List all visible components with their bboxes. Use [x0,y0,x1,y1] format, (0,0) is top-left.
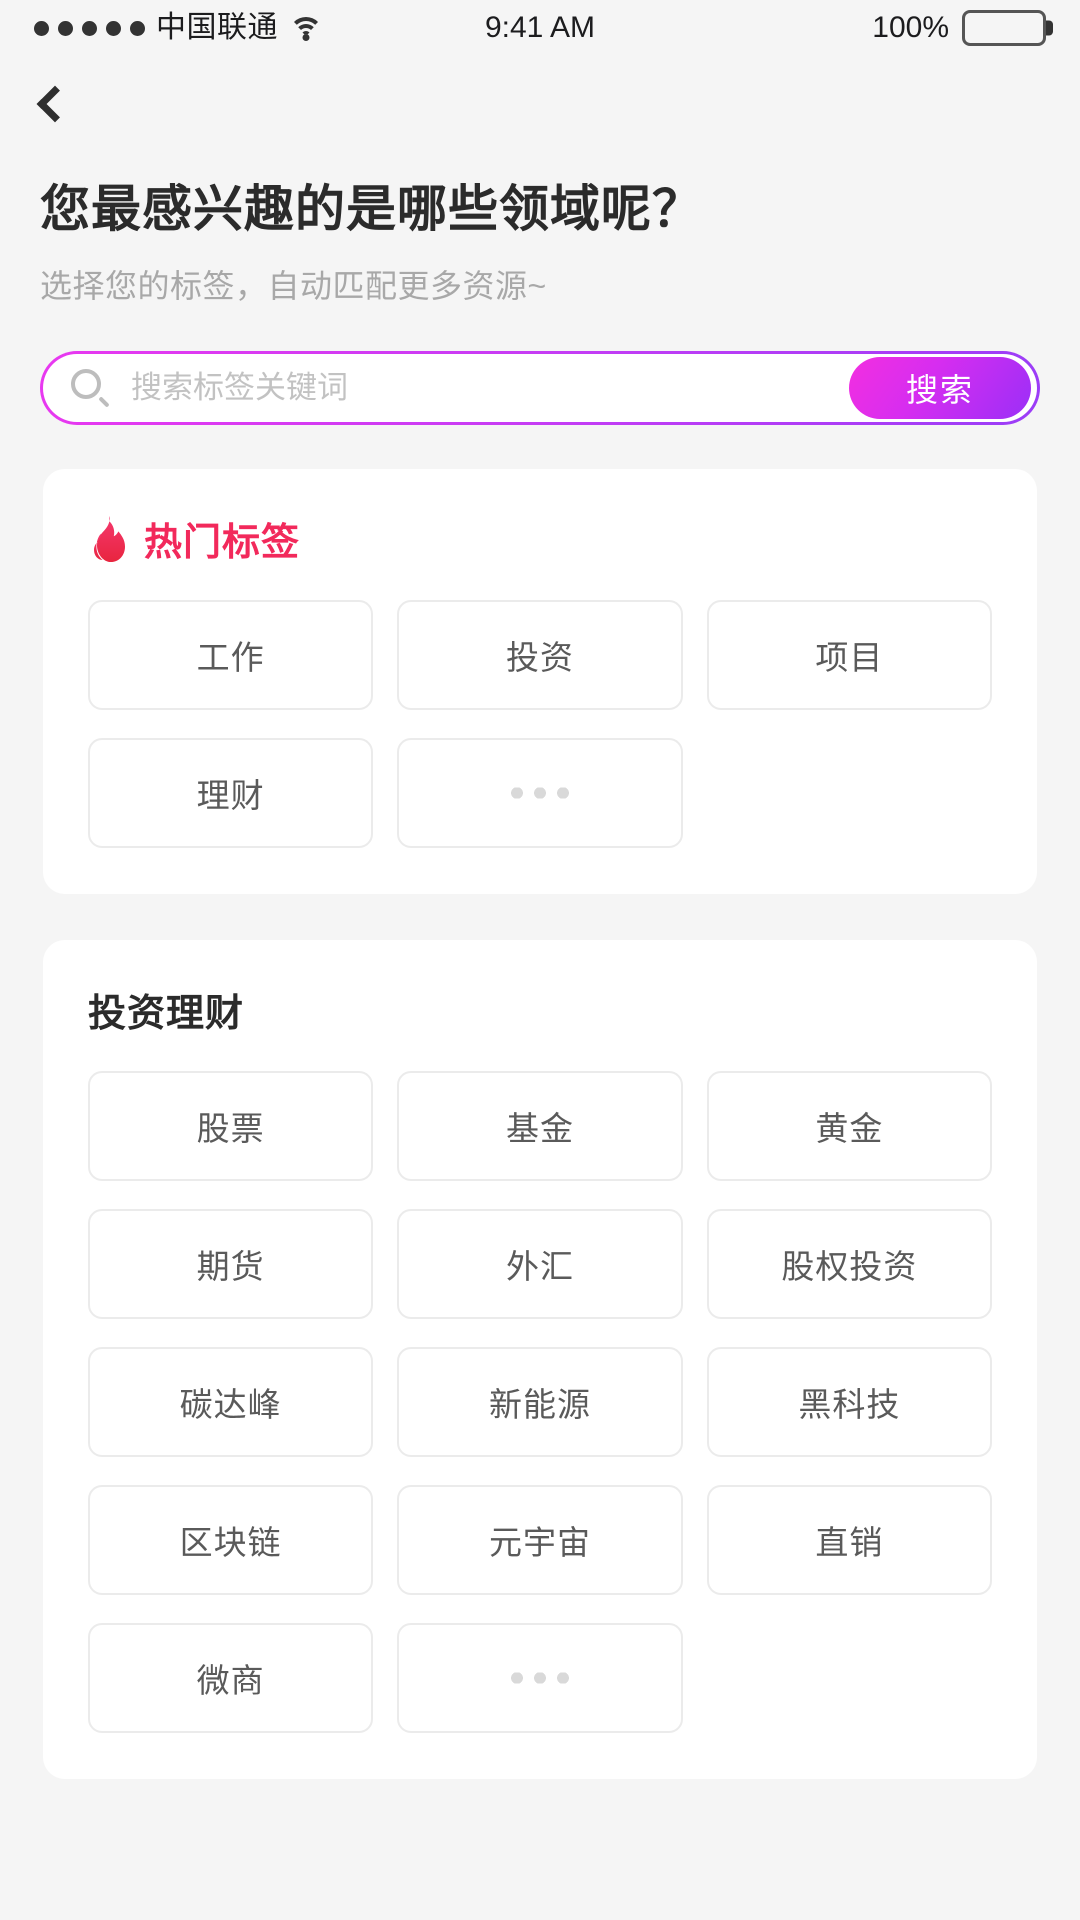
status-bar-left: 中国联通 [34,13,323,43]
status-bar: 中国联通 9:41 AM 100% [0,0,1080,56]
nav-bar [0,56,1080,152]
section-header: 热门标签 [88,511,992,566]
flame-icon [88,515,128,562]
tag-chip[interactable]: 黄金 [706,1071,992,1181]
signal-strength-dots [34,20,145,36]
battery-full-icon [962,10,1046,46]
tag-chip[interactable]: 外汇 [397,1209,683,1319]
tag-grid: 工作投资项目理财••• [88,600,992,848]
heading-block: 您最感兴趣的是哪些领域呢？ 选择您的标签，自动匹配更多资源~ [0,152,1080,307]
tag-chip[interactable]: 碳达峰 [88,1347,374,1457]
carrier-name: 中国联通 [156,11,278,44]
tag-chip-more[interactable]: ••• [397,738,683,848]
section-header: 投资理财 [88,982,992,1037]
tag-chip[interactable]: 工作 [88,600,374,710]
tag-chip[interactable]: 元宇宙 [397,1485,683,1595]
tag-chip[interactable]: 微商 [88,1623,374,1733]
page-subtitle: 选择您的标签，自动匹配更多资源~ [40,268,547,304]
tag-chip[interactable]: 股权投资 [706,1209,992,1319]
tag-chip[interactable]: 直销 [706,1485,992,1595]
tag-chip[interactable]: 项目 [706,600,992,710]
tag-chip[interactable]: 黑科技 [706,1347,992,1457]
tag-chip[interactable]: 投资 [397,600,683,710]
page-title: 您最感兴趣的是哪些领域呢？ [40,181,703,237]
tag-grid: 股票基金黄金期货外汇股权投资碳达峰新能源黑科技区块链元宇宙直销微商••• [88,1071,992,1733]
section-title: 投资理财 [88,993,245,1035]
tag-chip-more[interactable]: ••• [397,1623,683,1733]
tag-chip[interactable]: 区块链 [88,1485,374,1595]
tag-chip[interactable]: 理财 [88,738,374,848]
tag-chip[interactable]: 新能源 [397,1347,683,1457]
sections-container: 热门标签工作投资项目理财•••投资理财股票基金黄金期货外汇股权投资碳达峰新能源黑… [0,469,1080,1779]
section-title: 热门标签 [144,522,301,564]
section-card-hot-tags: 热门标签工作投资项目理财••• [43,469,1037,894]
search-bar: 搜索 [40,351,1040,425]
tag-chip[interactable]: 股票 [88,1071,374,1181]
search-bar-inner: 搜索 [43,354,1037,422]
section-card-investment: 投资理财股票基金黄金期货外汇股权投资碳达峰新能源黑科技区块链元宇宙直销微商••• [43,940,1037,1779]
battery-percent-label: 100% [872,11,949,44]
status-bar-right: 100% [872,10,1046,46]
tag-chip[interactable]: 基金 [397,1071,683,1181]
back-chevron-icon [36,85,74,123]
wifi-icon [289,15,323,41]
app-screen: 中国联通 9:41 AM 100% 您最感兴趣的是哪些领域呢？ 选择您的标签，自… [0,0,1080,1920]
tag-chip[interactable]: 期货 [88,1209,374,1319]
search-input[interactable] [109,370,849,406]
back-button[interactable] [34,72,98,136]
search-icon [71,369,110,408]
search-submit-button[interactable]: 搜索 [849,357,1031,419]
